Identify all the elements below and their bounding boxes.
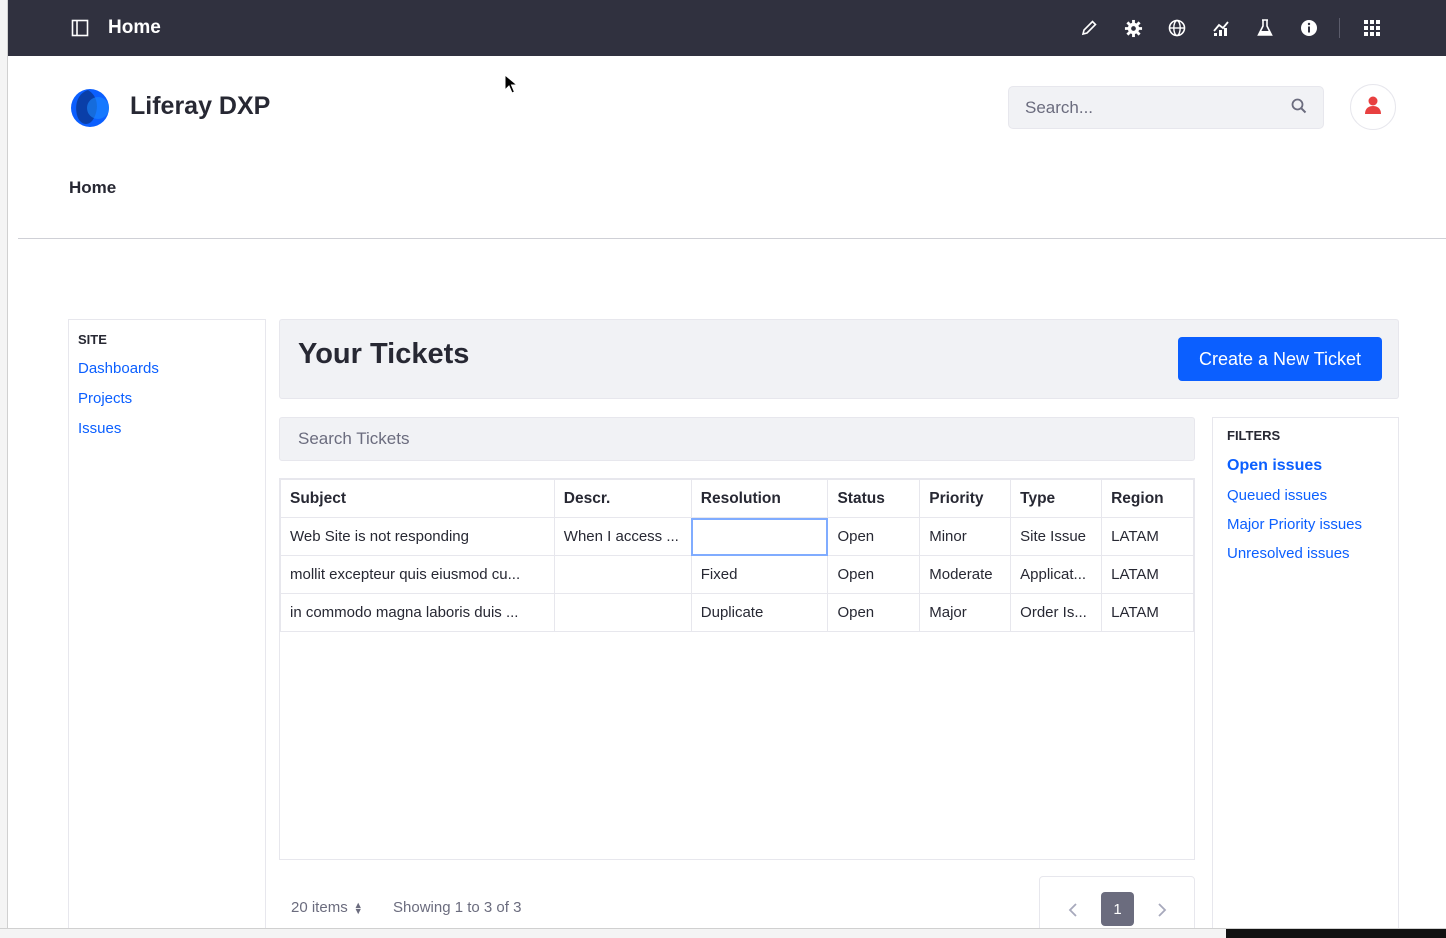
control-bar: Home — [8, 0, 1446, 56]
globe-icon[interactable] — [1155, 0, 1199, 56]
page-size-label: 20 items — [291, 899, 348, 916]
column-header-description[interactable]: Descr. — [553, 479, 692, 518]
table-row[interactable]: in commodo magna laboris duis ... Duplic… — [280, 593, 1194, 632]
background-window-bottom — [0, 928, 1446, 938]
page-size-selector[interactable]: 20 items ▲ ▼ — [291, 899, 363, 916]
cell-priority[interactable]: Minor — [919, 517, 1012, 556]
filter-major-priority-issues[interactable]: Major Priority issues — [1227, 516, 1384, 533]
filter-open-issues[interactable]: Open issues — [1227, 457, 1384, 475]
create-ticket-button[interactable]: Create a New Ticket — [1178, 337, 1382, 381]
column-header-resolution[interactable]: Resolution — [690, 479, 829, 518]
column-header-subject[interactable]: Subject — [280, 479, 555, 518]
site-search-box[interactable] — [1008, 86, 1324, 129]
control-bar-tools — [1067, 0, 1394, 56]
info-icon[interactable] — [1287, 0, 1331, 56]
analytics-icon[interactable] — [1199, 0, 1243, 56]
cell-type[interactable]: Site Issue — [1010, 517, 1103, 556]
chevron-right-icon[interactable] — [1151, 899, 1173, 921]
cell-description[interactable]: When I access ... — [553, 517, 692, 556]
cell-resolution[interactable]: Fixed — [690, 555, 829, 594]
cell-priority[interactable]: Moderate — [919, 555, 1012, 594]
background-dark-panel — [1226, 929, 1446, 938]
site-nav-heading: SITE — [78, 332, 107, 347]
column-header-region[interactable]: Region — [1101, 479, 1194, 518]
pagination-control: 1 — [1039, 876, 1195, 928]
apps-grid-icon[interactable] — [1350, 0, 1394, 56]
chevron-left-icon[interactable] — [1062, 899, 1084, 921]
gear-icon[interactable] — [1111, 0, 1155, 56]
cell-resolution[interactable] — [690, 517, 829, 556]
site-search-input[interactable] — [1025, 97, 1291, 118]
nav-item-home[interactable]: Home — [69, 178, 116, 198]
cell-resolution[interactable]: Duplicate — [690, 593, 829, 632]
site-navigation-menu: SITE Dashboards Projects Issues — [68, 319, 266, 928]
site-nav-projects[interactable]: Projects — [78, 390, 256, 407]
filters-panel: FILTERS Open issues Queued issues Major … — [1212, 417, 1399, 928]
site-nav-issues[interactable]: Issues — [78, 420, 256, 437]
cell-region[interactable]: LATAM — [1101, 593, 1194, 632]
sort-arrows-icon: ▲ ▼ — [353, 899, 363, 916]
column-header-type[interactable]: Type — [1010, 479, 1103, 518]
page-number-current[interactable]: 1 — [1101, 892, 1134, 926]
flask-icon[interactable] — [1243, 0, 1287, 56]
filters-heading: FILTERS — [1227, 428, 1281, 443]
cell-region[interactable]: LATAM — [1101, 555, 1194, 594]
pagination-results-text: Showing 1 to 3 of 3 — [393, 899, 522, 916]
user-avatar-button[interactable] — [1350, 84, 1396, 130]
sidebar-toggle-icon[interactable] — [70, 18, 90, 38]
tickets-table-container: Subject Descr. Resolution Status Priorit… — [279, 478, 1195, 860]
page-title: Your Tickets — [298, 338, 470, 370]
search-icon[interactable] — [1291, 98, 1307, 118]
cell-status[interactable]: Open — [827, 593, 921, 632]
table-row[interactable]: Web Site is not responding When I access… — [280, 517, 1194, 556]
header-divider — [18, 238, 1446, 239]
toolbar-divider — [1339, 18, 1340, 38]
cell-description[interactable] — [553, 555, 692, 594]
ticket-search-input[interactable] — [298, 429, 1176, 449]
edit-icon[interactable] — [1067, 0, 1111, 56]
tickets-header: Your Tickets Create a New Ticket — [279, 319, 1399, 399]
user-icon — [1364, 95, 1382, 119]
cell-status[interactable]: Open — [827, 517, 921, 556]
site-nav-dashboards[interactable]: Dashboards — [78, 360, 256, 377]
column-header-status[interactable]: Status — [827, 479, 921, 518]
background-window-strip — [0, 0, 8, 938]
tickets-table: Subject Descr. Resolution Status Priorit… — [280, 479, 1194, 632]
mouse-cursor-icon — [504, 74, 518, 94]
cell-subject[interactable]: mollit excepteur quis eiusmod cu... — [280, 555, 555, 594]
cell-type[interactable]: Applicat... — [1010, 555, 1103, 594]
cell-subject[interactable]: in commodo magna laboris duis ... — [280, 593, 555, 632]
column-header-priority[interactable]: Priority — [919, 479, 1012, 518]
browser-window: Home Liferay DXP Search... Home SITE Das… — [8, 0, 1446, 928]
table-header-row: Subject Descr. Resolution Status Priorit… — [280, 479, 1194, 518]
cell-subject[interactable]: Web Site is not responding — [280, 517, 555, 556]
table-row[interactable]: mollit excepteur quis eiusmod cu... Fixe… — [280, 555, 1194, 594]
cell-description[interactable] — [553, 593, 692, 632]
cell-priority[interactable]: Major — [919, 593, 1012, 632]
cell-status[interactable]: Open — [827, 555, 921, 594]
cell-type[interactable]: Order Is... — [1010, 593, 1103, 632]
control-bar-title: Home — [108, 17, 161, 38]
cell-region[interactable]: LATAM — [1101, 517, 1194, 556]
ticket-search-box[interactable] — [279, 417, 1195, 461]
filter-unresolved-issues[interactable]: Unresolved issues — [1227, 545, 1384, 562]
site-brand-name[interactable]: Liferay DXP — [130, 92, 270, 121]
liferay-logo[interactable] — [68, 88, 112, 128]
filter-queued-issues[interactable]: Queued issues — [1227, 487, 1384, 504]
